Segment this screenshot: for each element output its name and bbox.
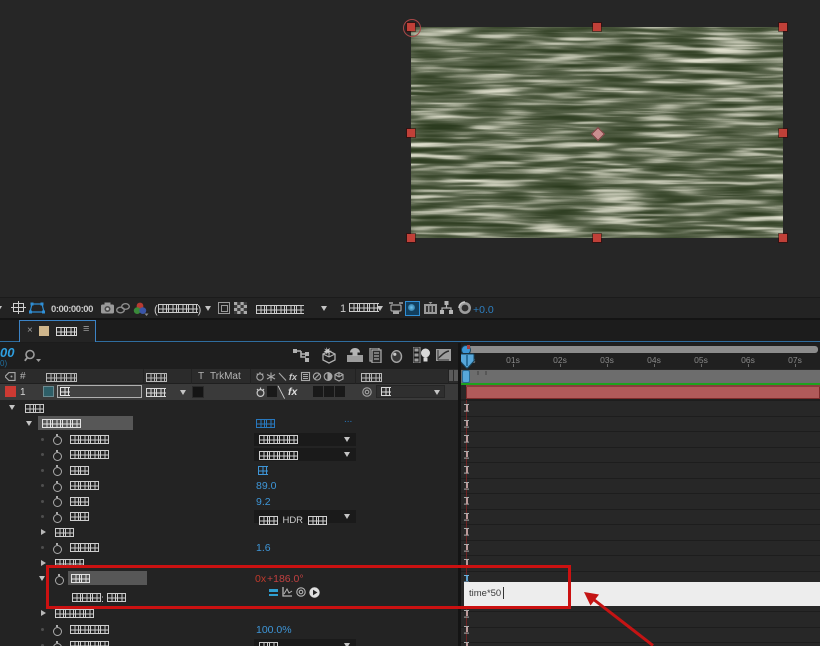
svg-text:fx: fx — [289, 372, 298, 382]
